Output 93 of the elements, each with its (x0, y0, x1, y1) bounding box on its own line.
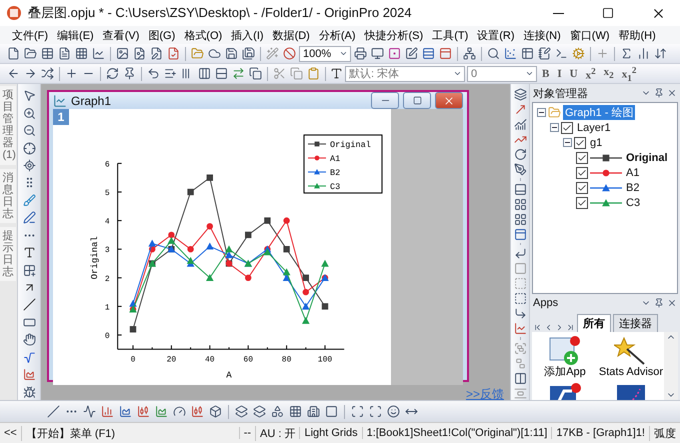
status-text[interactable]: << (0, 427, 21, 439)
tree-item[interactable]: C3 (624, 196, 642, 208)
menu-item[interactable]: 设置(R) (473, 28, 519, 42)
y-tick-label: 1 (104, 303, 110, 312)
side-tab[interactable]: 提示日志 (0, 226, 16, 282)
legend-label: B2 (330, 168, 340, 178)
point (283, 246, 290, 252)
tree-item[interactable]: B2 (624, 182, 642, 194)
point (130, 326, 136, 332)
status-text: 1:[Book1]Sheet1!Col("Original")[1:11] (362, 427, 552, 439)
window-title: 叠层图.opju * - C:\Users\ZSY\Desktop\ - /Folder1/ - OriginPro 2024 (28, 4, 413, 22)
menu-item[interactable]: 查看(V) (98, 28, 144, 42)
status-text: 弧度 (649, 426, 680, 440)
legend-label: Original (330, 140, 371, 150)
side-tab[interactable]: 消息日志 (0, 168, 16, 223)
format-button[interactable]: x$_{2}$ (600, 66, 617, 81)
status-text: 【开始】菜单 (F1) (20, 426, 239, 440)
tree-item[interactable]: g1 (588, 136, 604, 148)
point (302, 288, 309, 296)
menu-item[interactable]: 快捷分析(S) (360, 28, 428, 42)
point (264, 217, 271, 224)
panel-title: Apps (533, 297, 560, 309)
menu-item[interactable]: 格式(O) (180, 28, 226, 42)
menu-item[interactable]: 编辑(E) (53, 28, 98, 42)
point (321, 260, 329, 267)
point (206, 274, 214, 281)
status-text: Light Grids (299, 427, 362, 439)
menu-item[interactable]: 图(G) (144, 28, 180, 42)
point (302, 302, 310, 310)
menu-item[interactable]: 窗口(W) (566, 28, 614, 42)
menu-item[interactable]: 连接(N) (520, 28, 565, 42)
apps-tab[interactable]: 所有 (577, 314, 611, 332)
point (187, 246, 194, 252)
format-button[interactable]: x$^{2}$ (582, 66, 599, 82)
font-size-dropdown[interactable]: 0 (467, 66, 537, 82)
x-tick-label: 60 (243, 355, 253, 364)
menu-item[interactable]: 工具(T) (428, 28, 472, 42)
y-tick-label: 2 (104, 274, 110, 284)
point (283, 217, 290, 224)
format-button[interactable]: U (566, 68, 581, 80)
tree-item[interactable]: Graph1 - 绘图 (563, 105, 636, 120)
panel-title: 对象管理器 (533, 86, 589, 100)
point (245, 274, 252, 281)
point (206, 223, 213, 230)
point (186, 256, 194, 264)
y-tick-label: 4 (104, 218, 110, 227)
menu-item[interactable]: 帮助(H) (614, 28, 660, 42)
point (245, 232, 252, 238)
x-tick-label: 40 (205, 355, 215, 364)
x-tick-label: 20 (166, 355, 176, 364)
y-tick-label: 6 (104, 160, 110, 170)
point (168, 236, 176, 244)
legend-label: C3 (330, 182, 340, 192)
y-tick-label: 0 (104, 332, 110, 341)
app-item[interactable]: 添加App (544, 336, 586, 379)
y-tick-label: 5 (104, 189, 110, 198)
status-text: AU : 开 (255, 426, 300, 440)
tree-item[interactable]: Original (624, 152, 670, 164)
point (322, 303, 328, 310)
legend-label: A1 (330, 154, 340, 164)
menu-item[interactable]: 文件(F) (8, 28, 52, 42)
point (187, 188, 194, 196)
menu-item[interactable]: 数据(D) (268, 28, 314, 42)
point (225, 251, 233, 258)
point (225, 245, 233, 252)
point (206, 174, 213, 181)
point (302, 274, 309, 281)
format-button[interactable]: B (539, 68, 552, 80)
y-tick-label: 3 (104, 246, 110, 256)
menu-item[interactable]: 分析(A) (314, 28, 360, 42)
x-tick-label: 100 (318, 355, 332, 364)
x-axis-title: A (226, 370, 232, 380)
point (282, 268, 290, 276)
apps-tab[interactable]: 连接器 (613, 314, 658, 332)
tree-item[interactable]: A1 (624, 166, 642, 178)
tree-item[interactable]: Layer1 (575, 122, 613, 134)
zoom-dropdown[interactable]: 100% (299, 46, 351, 62)
point (148, 240, 156, 247)
font-dropdown[interactable]: 默认: 宋体 (345, 66, 465, 82)
menu-item[interactable]: 插入(I) (227, 28, 268, 42)
x-tick-label: 0 (130, 355, 136, 364)
format-button[interactable]: I (554, 68, 565, 80)
point (302, 316, 310, 324)
x-tick-label: 80 (282, 355, 292, 364)
point (264, 248, 272, 256)
app-item[interactable]: Stats Advisor (598, 336, 664, 379)
point (206, 242, 214, 250)
point (168, 232, 175, 238)
graph-window-title: Graph1 (71, 94, 112, 108)
side-tab[interactable]: 项目管理器 (1) (0, 86, 16, 165)
y-axis-title: Original (90, 236, 100, 280)
status-text: 17KB - [Graph1]1! (551, 427, 649, 439)
status-text: -- (238, 427, 256, 439)
